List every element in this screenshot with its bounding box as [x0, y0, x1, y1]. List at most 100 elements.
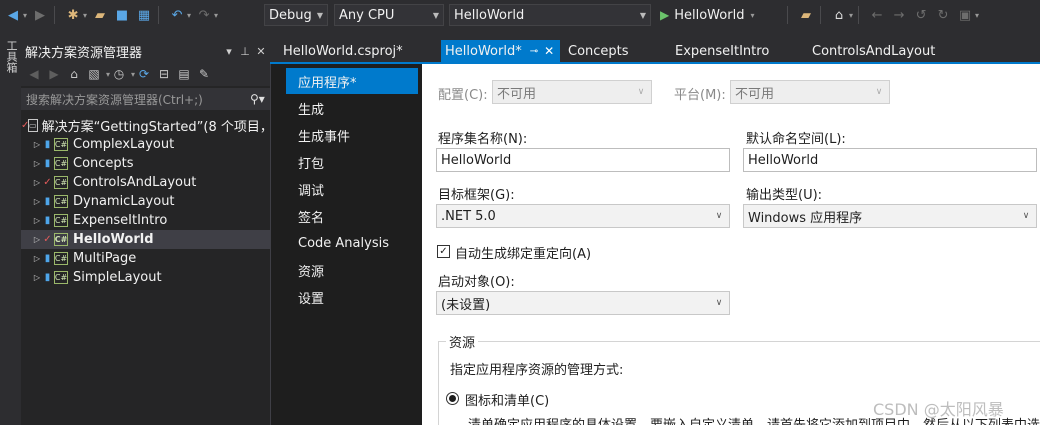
solution-search-box[interactable]: 搜索解决方案资源管理器(Ctrl+;) ⚲▾	[21, 88, 270, 110]
expand-arrow-icon[interactable]: ▷	[31, 216, 43, 225]
properties-icon[interactable]: ✎	[195, 65, 213, 83]
nav-signing[interactable]: 签名	[286, 203, 418, 229]
auto-binding-redirect-checkbox[interactable]: ✓	[437, 245, 450, 258]
project-node[interactable]: ▷ ▮ C# Concepts	[21, 154, 270, 173]
undo-dropdown-icon[interactable]: ▾	[187, 11, 191, 20]
nav-label: 设置	[298, 291, 325, 307]
run-button[interactable]: ▶ HelloWorld ▾	[660, 4, 754, 26]
sync-icon[interactable]: ⟳	[135, 65, 153, 83]
pin-icon[interactable]: ⊸	[530, 46, 538, 57]
tab-concepts[interactable]: Concepts	[568, 40, 629, 62]
assembly-name-input[interactable]: HelloWorld	[436, 148, 730, 172]
nav-build-events[interactable]: 生成事件	[286, 122, 418, 148]
navigate-forward-icon[interactable]: →	[890, 6, 908, 24]
forward-icon[interactable]: ▶	[45, 65, 63, 83]
tab-label: ControlsAndLayout	[812, 43, 936, 59]
navigate-back-icon[interactable]: ←	[868, 6, 886, 24]
csharp-project-icon: C#	[54, 176, 68, 189]
nav-settings[interactable]: 设置	[286, 284, 418, 310]
tab-expenseitintro[interactable]: ExpenseItIntro	[675, 40, 769, 62]
save-all-icon[interactable]: ▦	[135, 6, 153, 24]
step-icon[interactable]: ↻	[934, 6, 952, 24]
icon-manifest-label[interactable]: 图标和清单(C)	[465, 390, 549, 409]
expand-arrow-icon[interactable]: ▷	[31, 254, 43, 263]
find-in-files-icon[interactable]: ▰	[797, 6, 815, 24]
expand-arrow-icon[interactable]: ▷	[31, 197, 43, 206]
run-dropdown-icon[interactable]: ▾	[750, 11, 754, 20]
solution-node[interactable]: ✓ ▭ 解决方案“GettingStarted”(8 个项目，共	[21, 116, 286, 135]
project-node[interactable]: ▷ ▮ C# DynamicLayout	[21, 192, 270, 211]
back-icon[interactable]: ◀	[4, 6, 22, 24]
config-select[interactable]: 不可用 ∨	[492, 80, 652, 104]
project-list: ▷ ▮ C# ComplexLayout ▷ ▮ C# Concepts ▷ ✓ C# Control…	[21, 135, 270, 287]
switch-views-icon[interactable]: ▧	[85, 65, 103, 83]
pending-changes-icon[interactable]: ◷	[110, 65, 128, 83]
back-dropdown-icon[interactable]: ▾	[23, 11, 27, 20]
expand-arrow-icon[interactable]: ▷	[31, 178, 43, 187]
nav-resources[interactable]: 资源	[286, 257, 418, 283]
back-icon[interactable]: ◀	[25, 65, 43, 83]
open-folder-icon[interactable]: ▰	[91, 6, 109, 24]
new-project-dropdown-icon[interactable]: ▾	[83, 11, 87, 20]
show-all-files-icon[interactable]: ▤	[175, 65, 193, 83]
nav-build[interactable]: 生成	[286, 95, 418, 121]
project-node[interactable]: ▷ ✓ C# HelloWorld	[21, 230, 270, 249]
toolbox-strip[interactable]: 工具箱	[0, 30, 20, 425]
solution-explorer-toolbar: ◀ ▶ ⌂ ▧ ▾ ◷ ▾ ⟳ ⊟ ▤ ✎	[21, 62, 270, 86]
project-node[interactable]: ▷ ▮ C# ExpenseItIntro	[21, 211, 270, 230]
nav-label: 应用程序*	[298, 75, 357, 91]
home-icon[interactable]: ⌂	[65, 65, 83, 83]
forward-icon[interactable]: ▶	[31, 6, 49, 24]
step-back-icon[interactable]: ↺	[912, 6, 930, 24]
project-node[interactable]: ▷ ▮ C# MultiPage	[21, 249, 270, 268]
close-icon[interactable]: ✕	[544, 44, 554, 58]
new-project-icon[interactable]: ✱	[64, 6, 82, 24]
close-icon[interactable]: ✕	[254, 45, 268, 58]
collapse-all-icon[interactable]: ⊟	[155, 65, 173, 83]
project-label: ExpenseItIntro	[73, 213, 168, 228]
project-node[interactable]: ▷ ▮ C# ComplexLayout	[21, 135, 270, 154]
redo-icon[interactable]: ↷	[195, 6, 213, 24]
tab-controlsandlayout[interactable]: ControlsAndLayout	[812, 40, 935, 62]
platform-select[interactable]: Any CPU ▼	[334, 4, 444, 26]
undo-icon[interactable]: ↶	[168, 6, 186, 24]
tab-helloworld[interactable]: HelloWorld* ⊸ ✕	[441, 40, 561, 62]
browser-link-dropdown-icon[interactable]: ▾	[849, 11, 853, 20]
platform-value: Any CPU	[339, 7, 395, 23]
dropdown-icon[interactable]: ▾	[222, 45, 236, 58]
nav-label: 打包	[298, 156, 325, 172]
toolbox-label[interactable]: 工具箱	[3, 40, 18, 73]
startup-object-select[interactable]: (未设置) ∨	[436, 291, 730, 315]
nav-code-analysis[interactable]: Code Analysis	[286, 230, 418, 256]
copy-icon[interactable]: ▣	[956, 6, 974, 24]
auto-binding-redirect-label[interactable]: 自动生成绑定重定向(A)	[455, 243, 591, 262]
target-framework-select[interactable]: .NET 5.0 ∨	[436, 204, 730, 228]
copy-dropdown-icon[interactable]: ▾	[975, 11, 979, 20]
pin-icon[interactable]: ⊥	[238, 45, 252, 58]
platform-select[interactable]: 不可用 ∨	[730, 80, 890, 104]
expand-arrow-icon[interactable]: ▷	[31, 140, 43, 149]
project-node[interactable]: ▷ ▮ C# SimpleLayout	[21, 268, 270, 287]
default-namespace-input[interactable]: HelloWorld	[743, 148, 1037, 172]
project-node[interactable]: ▷ ✓ C# ControlsAndLayout	[21, 173, 270, 192]
search-icon[interactable]: ⚲▾	[250, 92, 270, 106]
target-framework-value: .NET 5.0	[441, 208, 496, 224]
tab-helloworld-csproj[interactable]: HelloWorld.csproj*	[283, 40, 403, 62]
expand-arrow-icon[interactable]: ▷	[31, 235, 43, 244]
save-icon[interactable]: ■	[113, 6, 131, 24]
expand-arrow-icon[interactable]: ▷	[31, 159, 43, 168]
nav-debug[interactable]: 调试	[286, 176, 418, 202]
icon-manifest-radio[interactable]	[446, 392, 459, 405]
browser-link-icon[interactable]: ⌂	[830, 6, 848, 24]
solution-explorer-header: 解决方案资源管理器 ▾ ⊥ ✕	[21, 40, 270, 62]
output-type-select[interactable]: Windows 应用程序 ∨	[743, 204, 1037, 228]
startup-project-select[interactable]: HelloWorld ▼	[449, 4, 651, 26]
configuration-select[interactable]: Debug ▼	[264, 4, 328, 26]
redo-dropdown-icon[interactable]: ▾	[214, 11, 218, 20]
project-label: ComplexLayout	[73, 137, 175, 152]
solution-search-placeholder: 搜索解决方案资源管理器(Ctrl+;)	[26, 92, 203, 107]
nav-package[interactable]: 打包	[286, 149, 418, 175]
expand-arrow-icon[interactable]: ▷	[31, 273, 43, 282]
nav-application[interactable]: 应用程序*	[286, 68, 441, 94]
output-type-value: Windows 应用程序	[748, 210, 863, 226]
